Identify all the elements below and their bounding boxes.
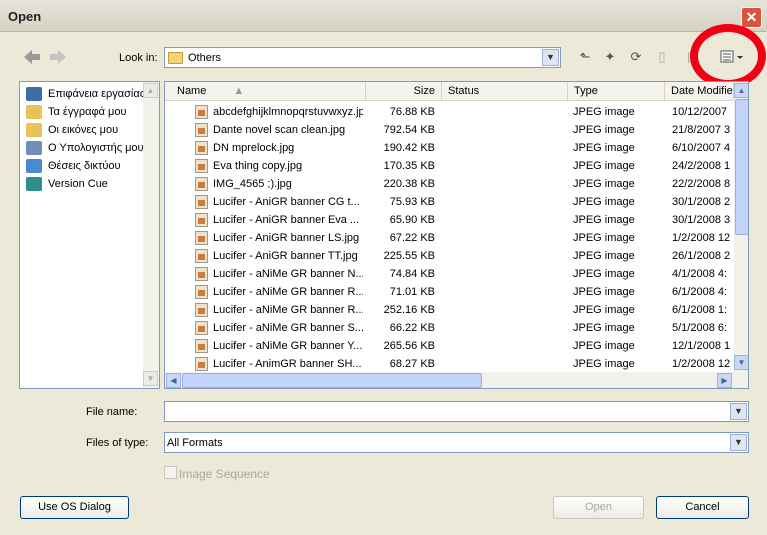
files-of-type-label: Files of type:: [86, 437, 149, 449]
jpeg-file-icon: [195, 285, 208, 299]
my-computer-icon: [26, 141, 42, 155]
folder-icon: [168, 52, 183, 64]
jpeg-file-icon: [195, 249, 208, 263]
chevron-down-icon[interactable]: ▼: [730, 403, 747, 420]
my-documents-icon: [26, 105, 42, 119]
sort-ascending-icon: ▲: [233, 85, 245, 97]
table-row[interactable]: Dante novel scan clean.jpg 792.54 KB JPEG …: [165, 121, 734, 139]
place-my-pictures[interactable]: Οι εικόνες μου: [26, 122, 146, 140]
jpeg-file-icon: [195, 159, 208, 173]
forward-arrow-icon[interactable]: [50, 50, 66, 64]
highlight-ring: [690, 24, 766, 88]
image-sequence-checkbox[interactable]: [164, 466, 177, 479]
up-folder-icon[interactable]: ⬑: [576, 49, 594, 65]
refresh-icon[interactable]: ⟳: [627, 49, 645, 65]
scroll-left-icon[interactable]: ◀: [166, 373, 181, 388]
look-in-value: Others: [188, 52, 222, 64]
chevron-down-icon[interactable]: ▼: [730, 434, 747, 451]
new-folder-icon[interactable]: ✦: [601, 49, 619, 65]
table-row[interactable]: IMG_4565 ;).jpg 220.38 KB JPEG image 22/2/2…: [165, 175, 734, 193]
close-icon: ✕: [745, 9, 758, 25]
title-bar: Open ✕: [0, 0, 767, 32]
jpeg-file-icon: [195, 303, 208, 317]
table-row[interactable]: Lucifer - AniGR banner LS.jpg 67.22 KB JPE…: [165, 229, 734, 247]
table-row[interactable]: Lucifer - AnimGR banner SH... 68.27 KB JPE…: [165, 355, 734, 373]
files-of-type-select[interactable]: All Formats ▼: [164, 432, 749, 453]
column-name[interactable]: Name ▲: [165, 82, 366, 101]
column-size[interactable]: Size: [366, 82, 442, 101]
scroll-up-icon[interactable]: ▲: [734, 83, 748, 98]
open-button[interactable]: Open: [553, 496, 644, 519]
table-row[interactable]: Eva thing copy.jpg 170.35 KB JPEG image 24/…: [165, 157, 734, 175]
jpeg-file-icon: [195, 231, 208, 245]
jpeg-file-icon: [195, 267, 208, 281]
jpeg-file-icon: [195, 105, 208, 119]
jpeg-file-icon: [195, 357, 208, 371]
table-row[interactable]: DN mprelock.jpg 190.42 KB JPEG image 6/10/2…: [165, 139, 734, 157]
jpeg-file-icon: [195, 321, 208, 335]
network-places-icon: [26, 159, 42, 173]
scroll-right-icon[interactable]: ▶: [717, 373, 732, 388]
table-row[interactable]: Lucifer - aNiMe GR banner Y... 265.56 KB J…: [165, 337, 734, 355]
file-name-field[interactable]: ▼: [164, 401, 749, 422]
delete-icon[interactable]: ▯: [653, 49, 671, 65]
scroll-down-icon[interactable]: ▼: [143, 371, 158, 386]
table-row[interactable]: Lucifer - aNiMe GR banner R... 71.01 KB JP…: [165, 283, 734, 301]
table-row[interactable]: Lucifer - aNiMe GR banner S... 66.22 KB JP…: [165, 319, 734, 337]
jpeg-file-icon: [195, 177, 208, 191]
place-version-cue[interactable]: Version Cue: [26, 176, 146, 194]
scroll-down-icon[interactable]: ▼: [734, 355, 748, 370]
column-status[interactable]: Status: [442, 82, 568, 101]
jpeg-file-icon: [195, 339, 208, 353]
scroll-up-icon[interactable]: ▲: [143, 83, 158, 98]
close-button[interactable]: ✕: [741, 7, 762, 28]
vscroll-thumb[interactable]: [735, 99, 748, 235]
my-pictures-icon: [26, 123, 42, 137]
back-arrow-icon[interactable]: [24, 50, 40, 64]
version-cue-icon: [26, 177, 42, 191]
jpeg-file-icon: [195, 195, 208, 209]
table-row[interactable]: Lucifer - AniGR banner Eva ... 65.90 KB JP…: [165, 211, 734, 229]
file-name-label: File name:: [86, 406, 138, 418]
use-os-dialog-button[interactable]: Use OS Dialog: [20, 496, 129, 519]
place-my-computer[interactable]: Ο Υπολογιστής μου: [26, 140, 146, 158]
place-desktop[interactable]: Επιφάνεια εργασίας: [26, 86, 146, 104]
place-network[interactable]: Θέσεις δικτύου: [26, 158, 146, 176]
file-list-vscrollbar[interactable]: ▲ ▼: [734, 82, 748, 372]
table-row[interactable]: abcdefghijklmnopqrstuvwxyz.jpg 76.88 KB JP…: [165, 103, 734, 121]
place-my-documents[interactable]: Τα έγγραφά μου: [26, 104, 146, 122]
window-title: Open: [8, 9, 42, 24]
cancel-button[interactable]: Cancel: [656, 496, 749, 519]
column-date[interactable]: Date Modified: [665, 82, 734, 101]
file-list-header: Name ▲ Size Status Type Date Modified: [165, 82, 734, 101]
places-bar: Επιφάνεια εργασίας Τα έγγραφά μου Οι εικ…: [19, 81, 160, 389]
column-type[interactable]: Type: [568, 82, 665, 101]
file-list-hscrollbar[interactable]: ◀ ▶: [165, 372, 748, 388]
file-list: Name ▲ Size Status Type Date Modified ab…: [164, 81, 749, 389]
table-row[interactable]: Lucifer - AniGR banner TT.jpg 225.55 KB JP…: [165, 247, 734, 265]
table-row[interactable]: Lucifer - aNiMe GR banner N... 74.84 KB JP…: [165, 265, 734, 283]
table-row[interactable]: Lucifer - aNiMe GR banner R... 252.16 KB J…: [165, 301, 734, 319]
jpeg-file-icon: [195, 141, 208, 155]
look-in-combo[interactable]: Others ▼: [164, 47, 561, 68]
hscroll-thumb[interactable]: [182, 373, 482, 388]
image-sequence-label: Image Sequence: [179, 467, 270, 481]
chevron-down-icon[interactable]: ▼: [542, 49, 559, 66]
desktop-icon: [26, 87, 42, 101]
look-in-bar: Look in: Others ▼ ⬑ ✦ ⟳ ▯ ▤: [0, 24, 767, 88]
jpeg-file-icon: [195, 123, 208, 137]
table-row[interactable]: Lucifer - AniGR banner CG t... 75.93 KB JP…: [165, 193, 734, 211]
places-scrollbar[interactable]: ▲ ▼: [143, 82, 159, 388]
jpeg-file-icon: [195, 213, 208, 227]
look-in-label: Look in:: [119, 52, 158, 64]
files-of-type-value: All Formats: [167, 437, 223, 449]
